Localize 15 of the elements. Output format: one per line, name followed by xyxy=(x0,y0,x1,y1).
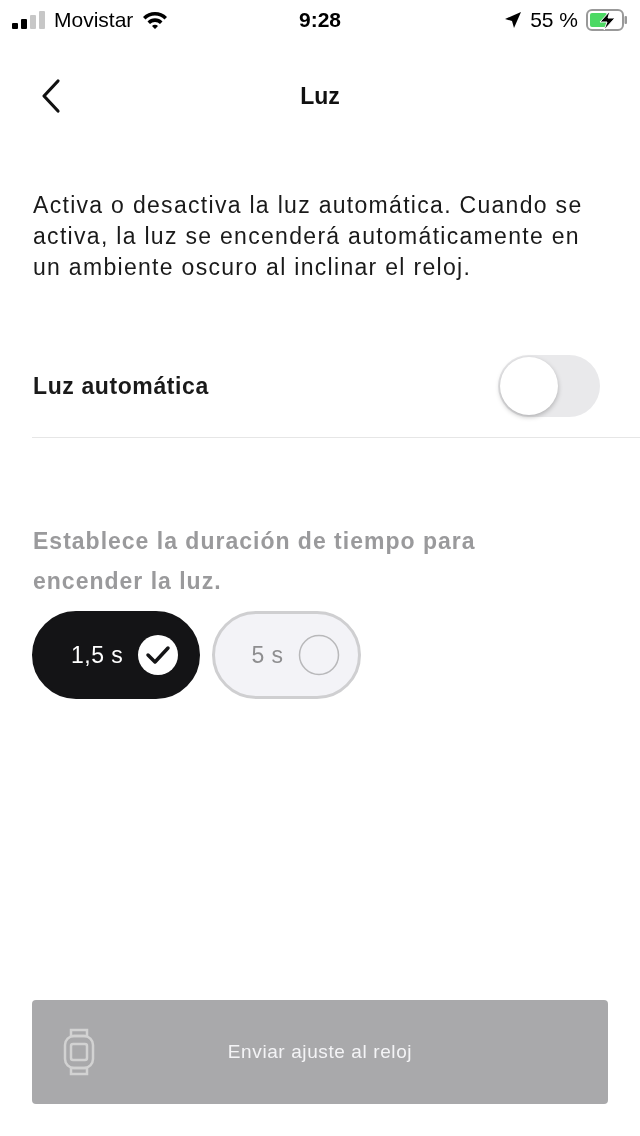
page-title: Luz xyxy=(300,81,340,111)
setting-label: Luz automática xyxy=(33,371,209,401)
toggle-switch[interactable] xyxy=(498,355,600,417)
watch-icon xyxy=(62,1028,96,1076)
radio-circle-icon xyxy=(297,634,340,676)
wifi-icon xyxy=(141,10,170,30)
clock-time: 9:28 xyxy=(299,7,341,34)
battery-percentage: 55 % xyxy=(530,7,578,34)
signal-icon xyxy=(12,11,46,29)
description-text: Activa o desactiva la luz automática. Cuando se activa, la luz se encenderá automáticamente en un ambiente oscuro al inclinar el reloj. xyxy=(33,191,584,282)
location-arrow-icon xyxy=(504,11,523,29)
carrier-name: Movistar xyxy=(54,7,134,34)
checkmark-icon xyxy=(137,634,180,676)
back-icon[interactable] xyxy=(40,78,62,114)
duration-instruction: Establece la duración de tiempo para encender la luz. xyxy=(33,527,477,596)
